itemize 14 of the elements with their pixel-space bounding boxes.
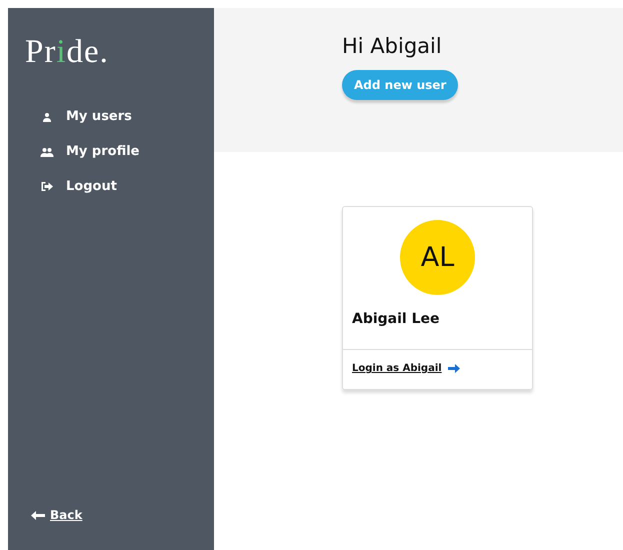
greeting: Hi Abigail xyxy=(342,34,442,58)
back-link[interactable]: Back xyxy=(31,508,82,522)
logo: Pride. xyxy=(25,34,109,71)
sidebar-item[interactable]: My users xyxy=(40,109,132,124)
back-arrow-icon xyxy=(31,510,45,520)
avatar: AL xyxy=(400,220,475,295)
sidebar-item[interactable]: Logout xyxy=(40,179,117,194)
sidebar-item[interactable]: My profile xyxy=(40,144,140,159)
arrow-right-icon xyxy=(448,364,460,373)
user-name: Abigail Lee xyxy=(352,311,440,327)
login-link[interactable]: Login as Abigail xyxy=(352,363,442,374)
logout-icon xyxy=(40,181,54,192)
users-icon xyxy=(40,146,54,156)
user-icon xyxy=(40,112,54,122)
